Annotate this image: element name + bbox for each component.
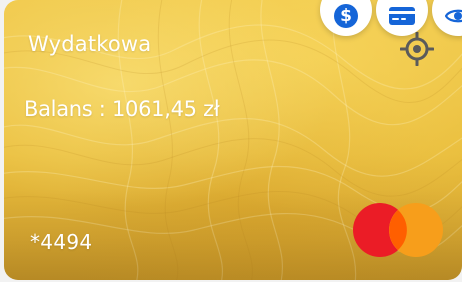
card-balance: Balans : 1061,45 zł: [24, 97, 220, 121]
card-button-inner: [376, 1, 428, 31]
credit-card-icon: [389, 7, 415, 25]
eye-icon: [445, 9, 462, 23]
crosshair-icon[interactable]: [400, 32, 434, 66]
dollar-icon: $: [334, 4, 358, 28]
card-screen: Wydatkowa Balans : 1061,45 zł *4494 $: [0, 0, 462, 282]
dollar-button[interactable]: $: [320, 0, 372, 36]
eye-button-inner: [432, 1, 462, 31]
card-name: Wydatkowa: [28, 32, 152, 56]
card-button[interactable]: [376, 0, 428, 36]
card-number-masked: *4494: [30, 230, 93, 254]
mastercard-logo: [353, 203, 443, 257]
payment-card[interactable]: Wydatkowa Balans : 1061,45 zł *4494: [4, 0, 462, 280]
eye-button[interactable]: [432, 0, 462, 36]
dollar-button-inner: $: [320, 1, 372, 31]
